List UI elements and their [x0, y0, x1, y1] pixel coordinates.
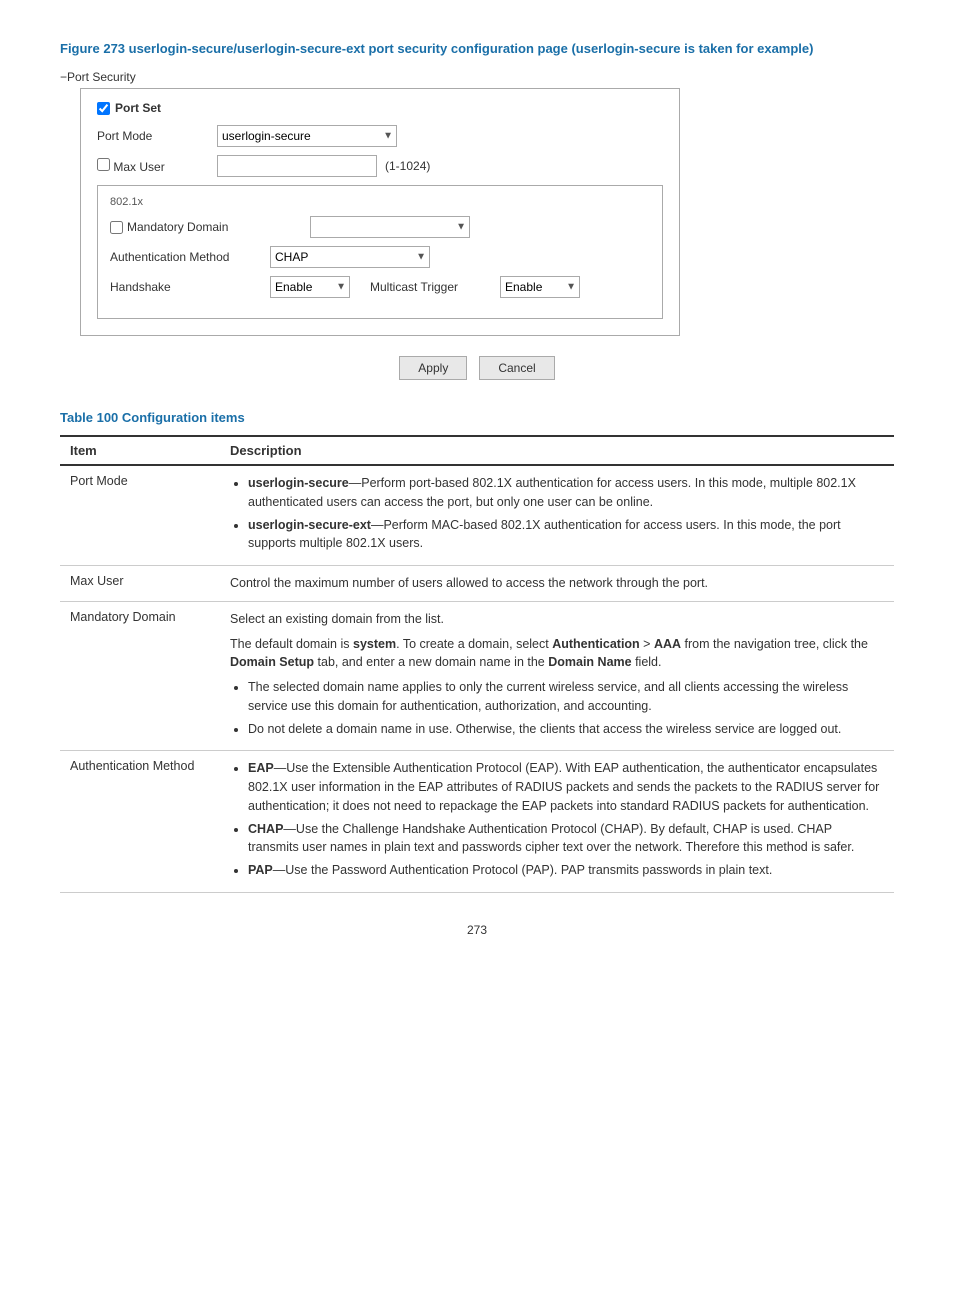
handshake-multicast-row: Handshake Enable Disable ▼ Multicast Tri… [110, 276, 650, 298]
mandatory-domain-label: Mandatory Domain [127, 220, 228, 234]
max-user-input[interactable] [217, 155, 377, 177]
page-number: 273 [60, 923, 894, 937]
mandatory-domain-select-wrapper: ▼ [310, 216, 470, 238]
port-set-checkbox[interactable] [97, 102, 110, 115]
auth-method-label: Authentication Method [110, 250, 270, 264]
table-header-row: Item Description [60, 436, 894, 465]
port-set-label: Port Set [115, 101, 161, 115]
max-user-row: Max User (1-1024) [97, 155, 663, 177]
table-row: Authentication Method EAP—Use the Extens… [60, 751, 894, 893]
item-mandatory-domain: Mandatory Domain [60, 601, 220, 751]
multicast-trigger-select-wrapper: Enable Disable ▼ [500, 276, 580, 298]
item-max-user: Max User [60, 566, 220, 602]
mandatory-domain-checkbox[interactable] [110, 221, 123, 234]
desc-auth-method: EAP—Use the Extensible Authentication Pr… [220, 751, 894, 893]
port-mode-select-wrapper: userlogin-secure userlogin-secure-ext ▼ [217, 125, 397, 147]
multicast-trigger-select[interactable]: Enable Disable [500, 276, 580, 298]
desc-mandatory-domain: Select an existing domain from the list.… [220, 601, 894, 751]
max-user-range-hint: (1-1024) [385, 159, 430, 173]
table-title: Table 100 Configuration items [60, 410, 894, 425]
port-mode-select[interactable]: userlogin-secure userlogin-secure-ext [217, 125, 397, 147]
handshake-label: Handshake [110, 280, 270, 294]
port-mode-label: Port Mode [97, 129, 217, 143]
max-user-checkbox[interactable] [97, 158, 110, 171]
item-port-mode: Port Mode [60, 465, 220, 566]
auth-method-row: Authentication Method EAP CHAP PAP ▼ [110, 246, 650, 268]
item-auth-method: Authentication Method [60, 751, 220, 893]
dot8021x-label: 802.1x [110, 196, 650, 208]
auth-method-select-wrapper: EAP CHAP PAP ▼ [270, 246, 430, 268]
port-set-header: Port Set [97, 101, 663, 115]
max-user-label: Max User [113, 160, 164, 174]
col-description: Description [220, 436, 894, 465]
handshake-select-wrapper: Enable Disable ▼ [270, 276, 350, 298]
port-security-label: −Port Security [60, 70, 894, 84]
dot8021x-section: 802.1x Mandatory Domain ▼ Authentication… [97, 185, 663, 319]
multicast-trigger-label: Multicast Trigger [370, 280, 500, 294]
port-mode-row: Port Mode userlogin-secure userlogin-sec… [97, 125, 663, 147]
cancel-button[interactable]: Cancel [479, 356, 554, 380]
table-row: Max User Control the maximum number of u… [60, 566, 894, 602]
desc-max-user: Control the maximum number of users allo… [220, 566, 894, 602]
apply-button[interactable]: Apply [399, 356, 467, 380]
table-row: Port Mode userlogin-secure—Perform port-… [60, 465, 894, 566]
mandatory-domain-row: Mandatory Domain ▼ [110, 216, 650, 238]
max-user-label-wrapper: Max User [97, 158, 217, 174]
figure-title: Figure 273 userlogin-secure/userlogin-se… [60, 40, 894, 58]
port-security-section: −Port Security Port Set Port Mode userlo… [60, 70, 894, 336]
config-table: Item Description Port Mode userlogin-sec… [60, 435, 894, 893]
mandatory-domain-select[interactable] [310, 216, 470, 238]
table-row: Mandatory Domain Select an existing doma… [60, 601, 894, 751]
form-buttons: Apply Cancel [60, 356, 894, 380]
handshake-select[interactable]: Enable Disable [270, 276, 350, 298]
port-set-box: Port Set Port Mode userlogin-secure user… [80, 88, 680, 336]
auth-method-select[interactable]: EAP CHAP PAP [270, 246, 430, 268]
col-item: Item [60, 436, 220, 465]
desc-port-mode: userlogin-secure—Perform port-based 802.… [220, 465, 894, 566]
